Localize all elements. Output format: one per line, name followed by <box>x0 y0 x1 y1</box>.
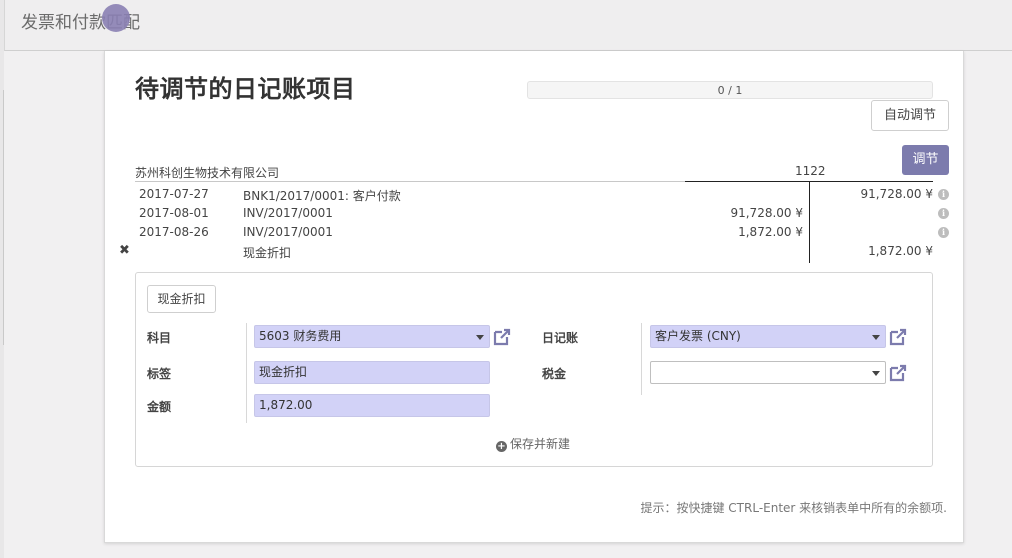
info-icon[interactable]: i <box>938 189 949 200</box>
writeoff-line-row[interactable]: ✖ 现金折扣 1,872.00 ¥ <box>105 242 965 261</box>
page-title: 待调节的日记账项目 <box>135 75 356 103</box>
left-edge-line <box>3 90 4 345</box>
chevron-down-icon <box>476 335 484 340</box>
line-credit: 1,872.00 ¥ <box>868 244 933 258</box>
move-line-row[interactable]: 2017-08-01 INV/2017/0001 91,728.00 ¥ i <box>105 204 965 223</box>
auto-reconcile-button[interactable]: 自动调节 <box>871 100 949 131</box>
external-link-icon[interactable] <box>888 327 908 347</box>
line-label: BNK1/2017/0001: 客户付款 <box>243 189 401 203</box>
journal-value: 客户发票 (CNY) <box>655 329 741 343</box>
tag-label: 标签 <box>147 367 172 381</box>
line-label: 现金折扣 <box>243 246 292 260</box>
reconciliation-sheet: 待调节的日记账项目 0 / 1 自动调节 调节 苏州科创生物技术有限公司 112… <box>104 51 964 543</box>
account-select[interactable]: 5603 财务费用 <box>254 325 490 348</box>
mouse-cursor-indicator <box>102 4 130 32</box>
plus-circle-icon: + <box>496 441 507 452</box>
progress-text: 0 / 1 <box>717 84 743 97</box>
move-line-row[interactable]: 2017-08-26 INV/2017/0001 1,872.00 ¥ i <box>105 223 965 242</box>
amount-input[interactable]: 1,872.00 <box>254 394 490 417</box>
writeoff-form-panel: 现金折扣 科目 5603 财务费用 日记账 客户发票 (CNY) 标签 现金折扣… <box>135 272 933 467</box>
line-credit: 91,728.00 ¥ <box>860 187 933 201</box>
chevron-down-icon <box>872 335 880 340</box>
external-link-icon[interactable] <box>888 363 908 383</box>
journal-label: 日记账 <box>542 331 579 345</box>
line-label: INV/2017/0001 <box>243 206 333 220</box>
reconcile-button[interactable]: 调节 <box>902 145 949 175</box>
account-code: 1122 <box>795 164 826 178</box>
amount-value: 1,872.00 <box>259 398 313 412</box>
line-date: 2017-08-01 <box>139 206 209 220</box>
account-value: 5603 财务费用 <box>259 329 342 343</box>
tag-input[interactable]: 现金折扣 <box>254 361 490 384</box>
line-label: INV/2017/0001 <box>243 225 333 239</box>
line-date: 2017-07-27 <box>139 187 209 201</box>
preset-cash-discount-button[interactable]: 现金折扣 <box>147 285 216 313</box>
move-line-row[interactable]: 2017-07-27 BNK1/2017/0001: 客户付款 91,728.0… <box>105 185 965 204</box>
line-debit: 1,872.00 ¥ <box>738 225 803 239</box>
line-date: 2017-08-26 <box>139 225 209 239</box>
info-icon[interactable]: i <box>938 227 949 238</box>
tag-value: 现金折扣 <box>259 365 308 379</box>
tax-select[interactable] <box>650 361 886 384</box>
control-panel: 发票和付款匹配 <box>4 0 1012 51</box>
field-separator <box>246 323 247 423</box>
tax-label: 税金 <box>542 367 567 381</box>
partner-name[interactable]: 苏州科创生物技术有限公司 <box>135 164 279 181</box>
save-and-new-label: 保存并新建 <box>510 437 571 451</box>
field-separator <box>641 323 642 395</box>
line-debit: 91,728.00 ¥ <box>730 206 803 220</box>
reconcile-progress-bar: 0 / 1 <box>527 81 933 99</box>
amount-label: 金额 <box>147 400 172 414</box>
external-link-icon[interactable] <box>492 327 512 347</box>
close-icon[interactable]: ✖ <box>119 243 130 258</box>
save-and-new-link[interactable]: + 保存并新建 <box>496 435 570 452</box>
info-icon[interactable]: i <box>938 208 949 219</box>
account-label: 科目 <box>147 331 172 345</box>
chevron-down-icon <box>872 371 880 376</box>
shortcut-hint: 提示：按快捷键 CTRL-Enter 来核销表单中所有的余额项. <box>640 501 947 515</box>
journal-select[interactable]: 客户发票 (CNY) <box>650 325 886 348</box>
